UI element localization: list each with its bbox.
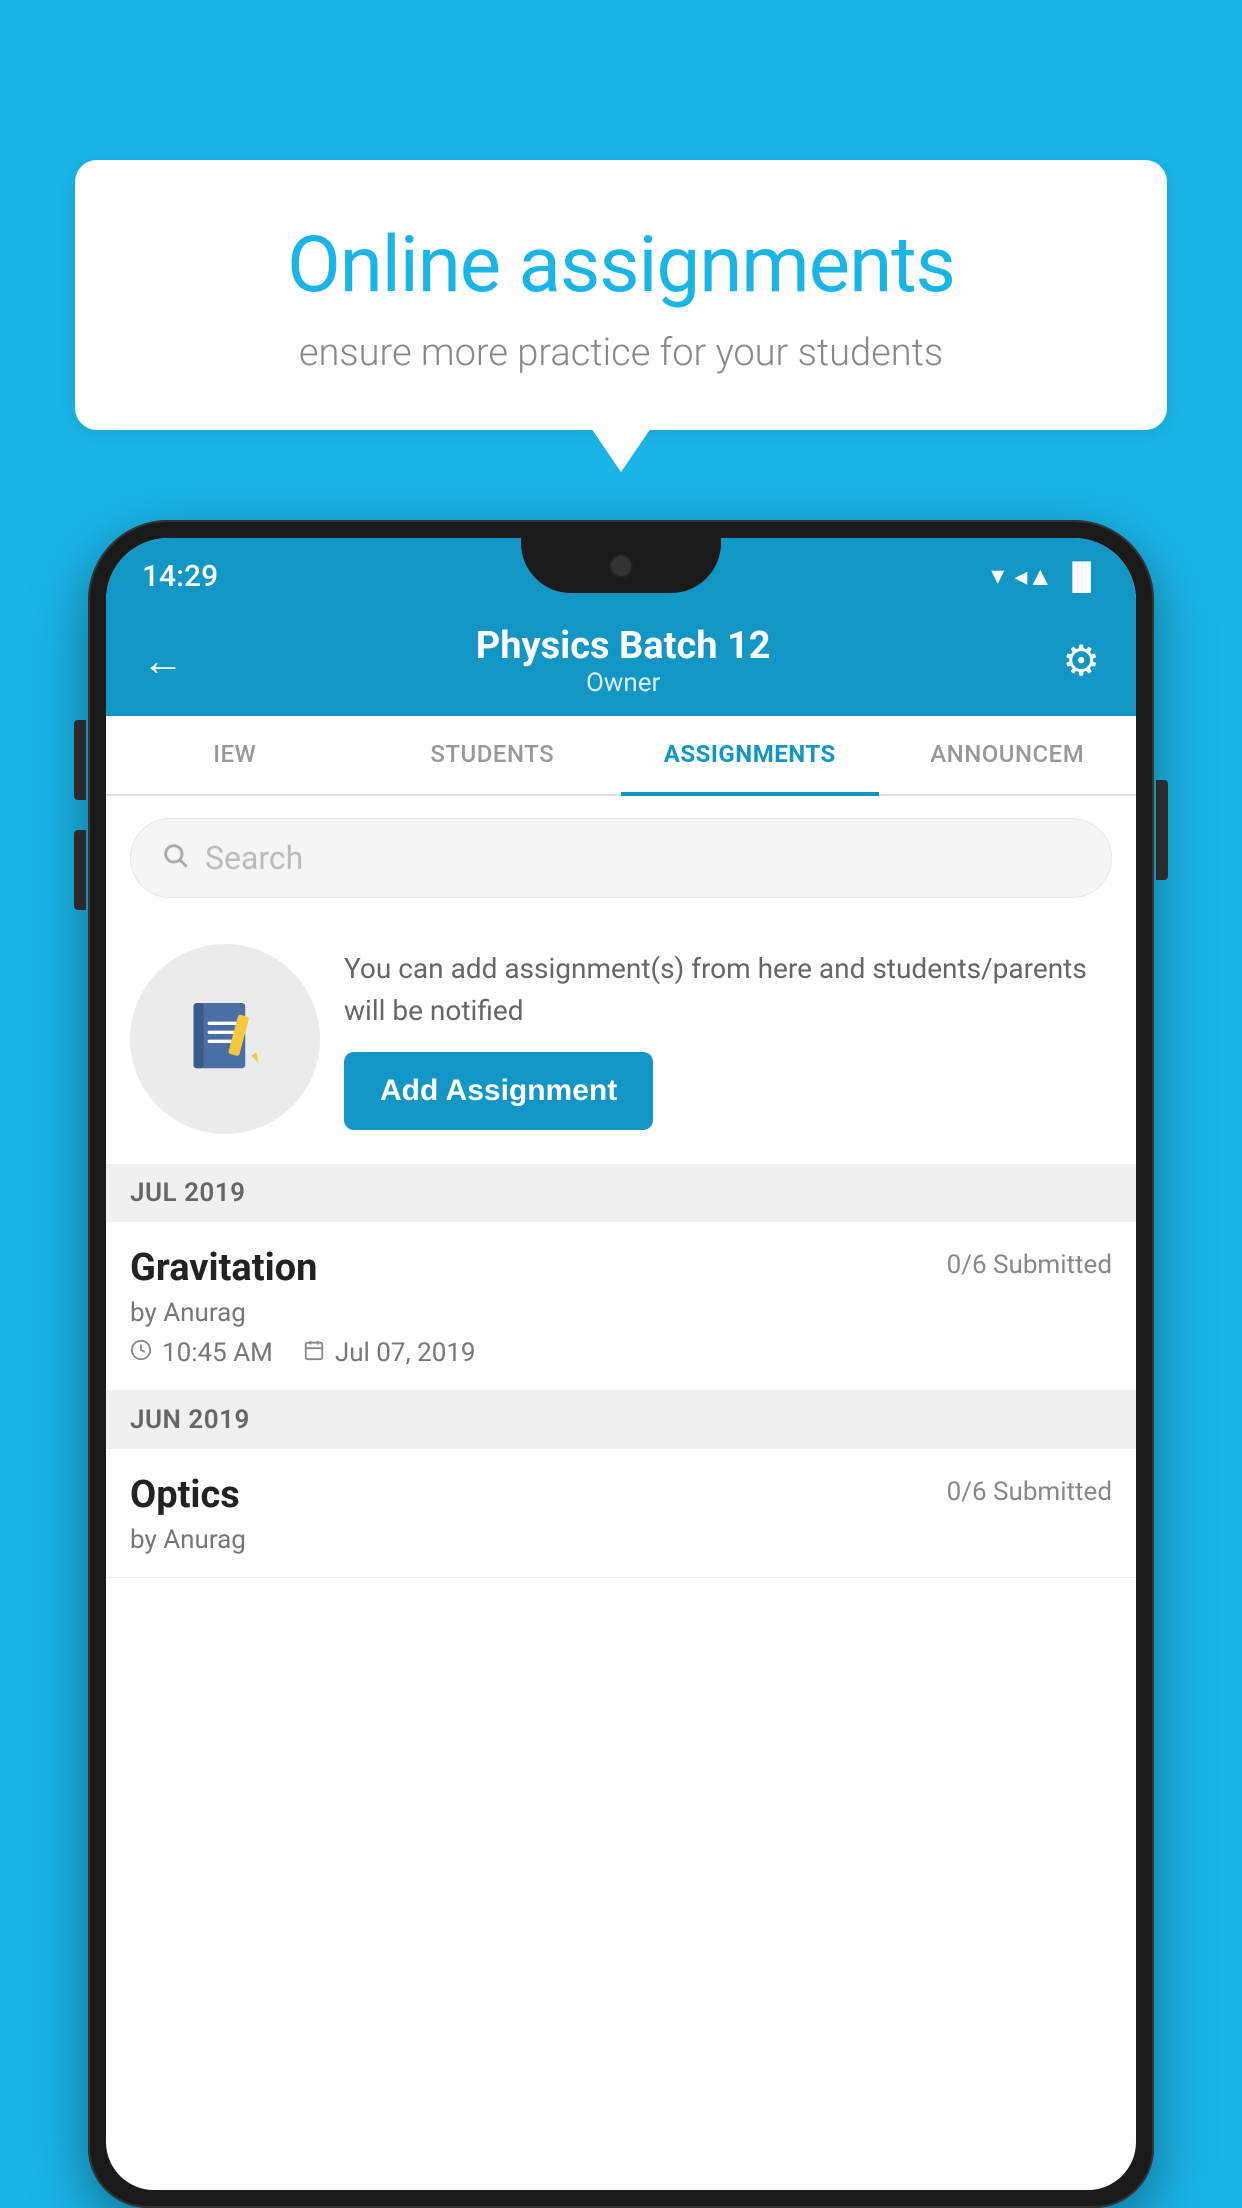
promo-bubble: Online assignments ensure more practice … bbox=[75, 160, 1167, 430]
bubble-subtitle: ensure more practice for your students bbox=[145, 331, 1097, 375]
content-area: Search bbox=[106, 796, 1136, 1618]
search-placeholder: Search bbox=[205, 839, 303, 877]
section-header-jun: JUN 2019 bbox=[106, 1391, 1136, 1449]
assignment-title-gravitation: Gravitation bbox=[130, 1246, 317, 1290]
tab-assignments[interactable]: ASSIGNMENTS bbox=[621, 716, 879, 796]
back-button[interactable]: ← bbox=[142, 637, 184, 686]
front-camera bbox=[609, 554, 633, 578]
status-time: 14:29 bbox=[142, 559, 218, 594]
app-header: ← Physics Batch 12 Owner ⚙ bbox=[106, 606, 1136, 716]
promo-right: You can add assignment(s) from here and … bbox=[344, 948, 1112, 1130]
date-item: Jul 07, 2019 bbox=[303, 1338, 476, 1368]
clock-icon bbox=[130, 1338, 152, 1368]
assignment-date: Jul 07, 2019 bbox=[335, 1338, 476, 1368]
phone-screen: 14:29 ▾ ◂▲ ▐▌ ← Physics Batch 12 Owner ⚙ bbox=[106, 538, 1136, 2190]
assignment-header-row-optics: Optics 0/6 Submitted bbox=[130, 1473, 1112, 1517]
assignment-by-optics: by Anurag bbox=[130, 1525, 1112, 1555]
assignment-item-optics[interactable]: Optics 0/6 Submitted by Anurag bbox=[106, 1449, 1136, 1578]
tabs-bar: IEW STUDENTS ASSIGNMENTS ANNOUNCEM bbox=[106, 716, 1136, 796]
battery-icon: ▐▌ bbox=[1063, 561, 1100, 592]
settings-icon[interactable]: ⚙ bbox=[1062, 636, 1100, 686]
assignment-item-gravitation[interactable]: Gravitation 0/6 Submitted by Anurag bbox=[106, 1222, 1136, 1391]
speech-bubble-card: Online assignments ensure more practice … bbox=[75, 160, 1167, 430]
promo-section: You can add assignment(s) from here and … bbox=[106, 920, 1136, 1164]
header-title: Physics Batch 12 bbox=[476, 624, 771, 668]
header-center: Physics Batch 12 Owner bbox=[476, 624, 771, 698]
section-header-jul: JUL 2019 bbox=[106, 1164, 1136, 1222]
assignment-submitted-gravitation: 0/6 Submitted bbox=[947, 1250, 1112, 1280]
promo-text: You can add assignment(s) from here and … bbox=[344, 948, 1112, 1032]
tab-students[interactable]: STUDENTS bbox=[364, 716, 622, 796]
time-item: 10:45 AM bbox=[130, 1338, 273, 1368]
signal-icon: ◂▲ bbox=[1014, 561, 1053, 592]
search-icon bbox=[161, 838, 189, 878]
assignment-title-optics: Optics bbox=[130, 1473, 240, 1517]
assignment-header-row: Gravitation 0/6 Submitted bbox=[130, 1246, 1112, 1290]
assignment-time-row: 10:45 AM Jul 07, 201 bbox=[130, 1338, 1112, 1368]
add-assignment-button[interactable]: Add Assignment bbox=[344, 1052, 653, 1130]
phone-outer-shell: 14:29 ▾ ◂▲ ▐▌ ← Physics Batch 12 Owner ⚙ bbox=[88, 520, 1154, 2208]
assignment-submitted-optics: 0/6 Submitted bbox=[947, 1477, 1112, 1507]
phone-notch bbox=[521, 538, 721, 593]
header-subtitle: Owner bbox=[476, 668, 771, 698]
bubble-title: Online assignments bbox=[145, 220, 1097, 311]
search-bar[interactable]: Search bbox=[130, 818, 1112, 898]
assignment-time: 10:45 AM bbox=[162, 1338, 273, 1368]
tab-announcements[interactable]: ANNOUNCEM bbox=[879, 716, 1137, 796]
calendar-icon bbox=[303, 1338, 325, 1368]
bottom-spacer bbox=[106, 1578, 1136, 1618]
wifi-icon: ▾ bbox=[991, 561, 1004, 591]
promo-icon-circle bbox=[130, 944, 320, 1134]
tab-iew[interactable]: IEW bbox=[106, 716, 364, 796]
assignment-by-gravitation: by Anurag bbox=[130, 1298, 1112, 1328]
status-icons: ▾ ◂▲ ▐▌ bbox=[991, 561, 1100, 592]
phone-mockup: 14:29 ▾ ◂▲ ▐▌ ← Physics Batch 12 Owner ⚙ bbox=[88, 520, 1154, 2208]
